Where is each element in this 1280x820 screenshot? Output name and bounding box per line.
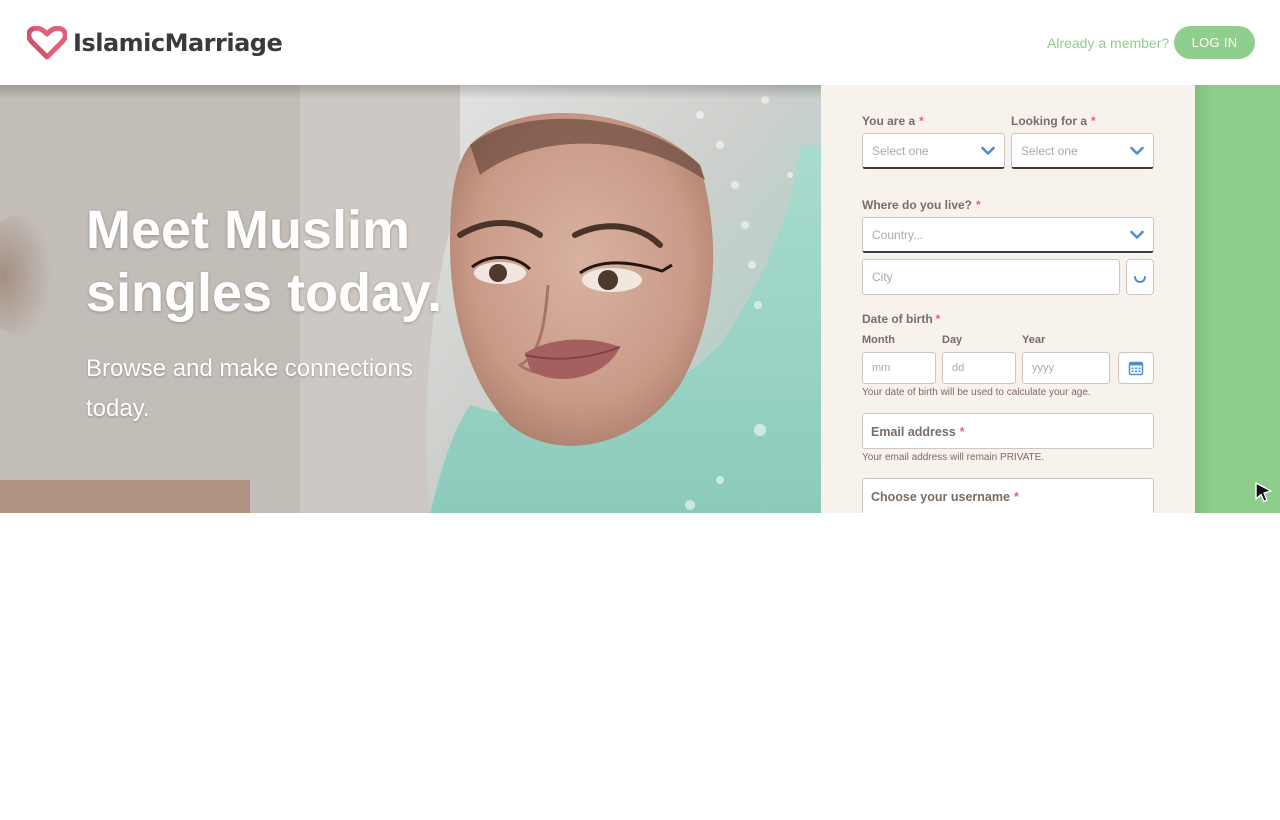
calendar-button[interactable] bbox=[1118, 352, 1154, 384]
required-mark: * bbox=[959, 425, 965, 439]
email-field[interactable]: Email address * bbox=[862, 413, 1154, 449]
dob-year-input[interactable] bbox=[1022, 352, 1110, 384]
you-are-placeholder: Select one bbox=[872, 143, 929, 158]
looking-for-label: Looking for a * bbox=[1011, 114, 1096, 128]
username-field[interactable]: Choose your username * bbox=[862, 478, 1154, 513]
where-live-label: Where do you live? * bbox=[862, 198, 981, 212]
mouse-cursor-icon bbox=[1255, 482, 1272, 503]
required-mark: * bbox=[1013, 490, 1019, 504]
required-mark: * bbox=[919, 114, 924, 128]
signup-form: You are a * Select one Looking for a * Sel… bbox=[821, 85, 1195, 513]
city-input[interactable] bbox=[862, 259, 1120, 295]
looking-for-label-text: Looking for a bbox=[1011, 114, 1087, 128]
looking-for-placeholder: Select one bbox=[1021, 143, 1078, 158]
login-button[interactable]: LOG IN bbox=[1174, 26, 1255, 59]
dob-label-text: Date of birth bbox=[862, 312, 933, 326]
you-are-label: You are a * bbox=[862, 114, 924, 128]
looking-for-select[interactable]: Select one bbox=[1011, 133, 1154, 169]
side-accent-strip bbox=[1195, 85, 1280, 513]
site-logo[interactable]: IslamicMarriage bbox=[27, 26, 283, 60]
hero-subtitle: Browse and make connections today. bbox=[86, 355, 413, 422]
heart-icon bbox=[27, 26, 67, 60]
brand-name: IslamicMarriage bbox=[73, 29, 283, 57]
dob-day-input[interactable] bbox=[942, 352, 1016, 384]
dob-day-label: Day bbox=[942, 334, 963, 346]
email-hint: Your email address will remain PRIVATE. bbox=[862, 452, 1045, 463]
you-are-label-text: You are a bbox=[862, 114, 916, 128]
required-mark: * bbox=[935, 312, 941, 326]
country-select[interactable]: Country... bbox=[862, 217, 1154, 253]
spinner-icon bbox=[1134, 276, 1146, 283]
email-label: Email address * bbox=[871, 425, 965, 439]
calendar-icon bbox=[1128, 361, 1144, 376]
dob-year-label: Year bbox=[1022, 334, 1046, 346]
required-mark: * bbox=[1091, 114, 1096, 128]
locate-button[interactable] bbox=[1126, 259, 1154, 295]
username-label-text: Choose your username bbox=[871, 490, 1010, 504]
chevron-down-icon bbox=[981, 146, 995, 155]
site-header: IslamicMarriage Already a member? LOG IN bbox=[0, 0, 1280, 85]
hero-title: Meet Muslim singles today. bbox=[86, 200, 443, 323]
country-placeholder: Country... bbox=[872, 227, 924, 242]
dob-label: Date of birth * bbox=[862, 312, 940, 326]
chevron-down-icon bbox=[1130, 230, 1144, 239]
hero-banner: Meet Muslim singles today. Browse and ma… bbox=[0, 85, 821, 513]
chevron-down-icon bbox=[1130, 146, 1144, 155]
dob-month-input[interactable] bbox=[862, 352, 936, 384]
username-label: Choose your username * bbox=[871, 490, 1019, 504]
dob-hint: Your date of birth will be used to calcu… bbox=[862, 387, 1091, 398]
already-member-text: Already a member? bbox=[1047, 35, 1170, 51]
email-label-text: Email address bbox=[871, 425, 956, 439]
where-live-label-text: Where do you live? bbox=[862, 198, 973, 212]
dob-month-label: Month bbox=[862, 334, 895, 346]
required-mark: * bbox=[976, 198, 981, 212]
you-are-select[interactable]: Select one bbox=[862, 133, 1005, 169]
